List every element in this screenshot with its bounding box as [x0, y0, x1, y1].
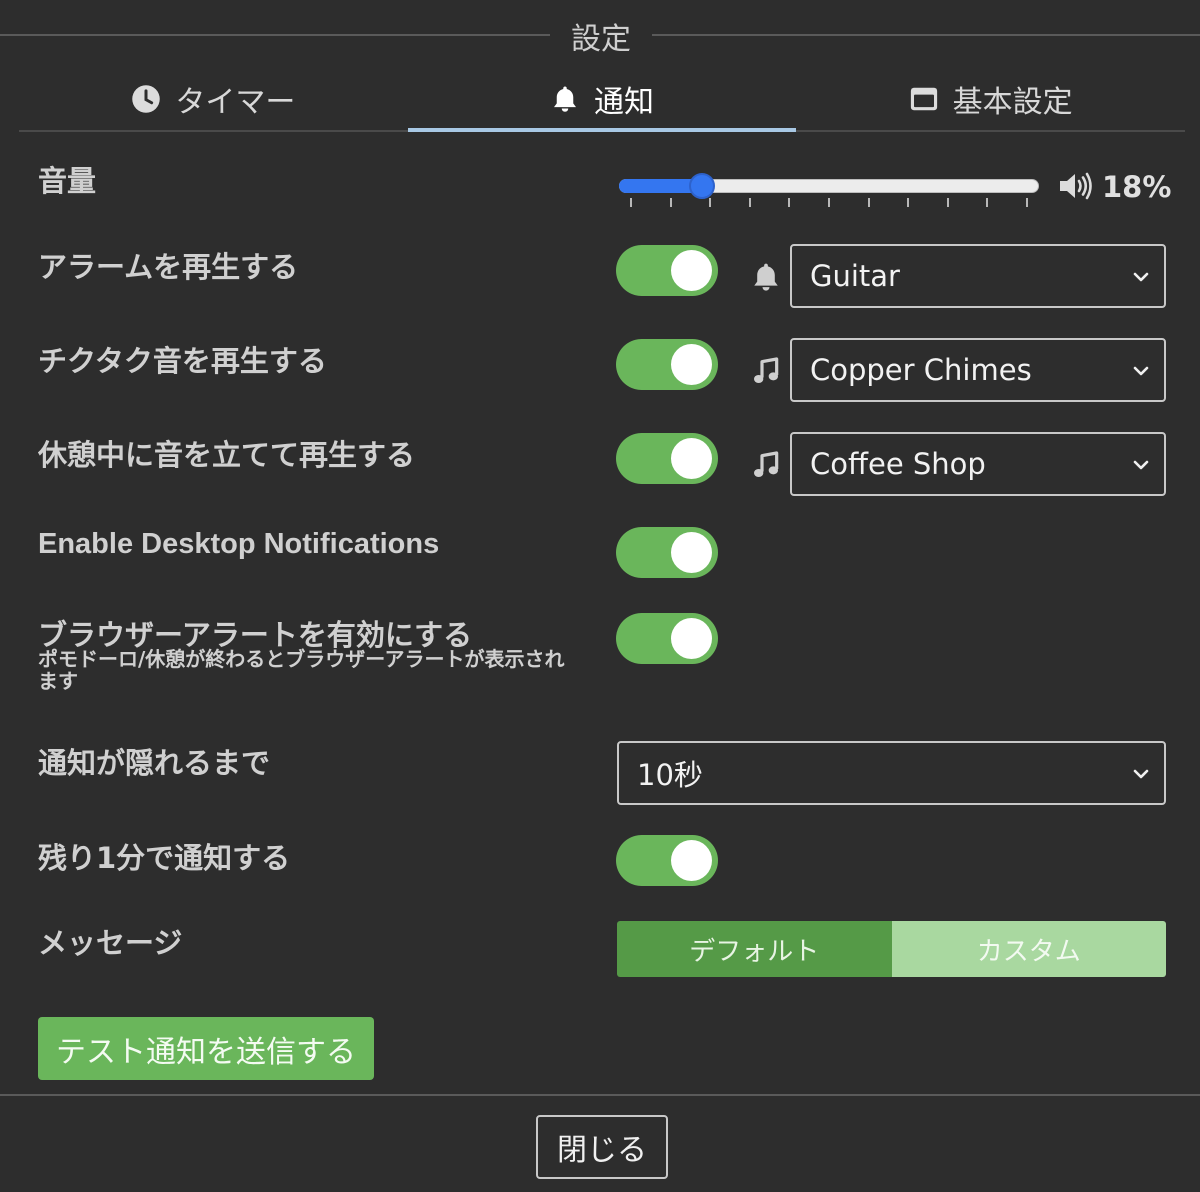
ticking-sound-select[interactable]: Copper Chimes	[790, 338, 1166, 402]
tab-timer[interactable]: タイマー	[19, 68, 408, 130]
message-option-custom[interactable]: カスタム	[891, 921, 1166, 977]
chevron-down-icon	[1133, 769, 1149, 779]
dialog-title: 設定	[571, 22, 631, 57]
slider-tick	[669, 198, 672, 207]
volume-label: 音量	[38, 164, 97, 198]
chevron-down-icon	[1133, 366, 1149, 376]
tab-label: 基本設定	[952, 85, 1073, 120]
slider-tick	[709, 198, 712, 207]
clock-icon	[132, 85, 161, 113]
bell-icon	[754, 263, 778, 291]
browser-alert-toggle[interactable]	[616, 613, 718, 664]
tab-bar: タイマー 通知 基本設定	[19, 68, 1185, 132]
notification-duration-select[interactable]: 10秒	[617, 741, 1166, 805]
break-sound-label: 休憩中に音を立てて再生する	[38, 438, 416, 472]
divider	[0, 1094, 1200, 1096]
music-note-icon	[754, 451, 779, 477]
slider-tick	[1026, 198, 1028, 207]
one-minute-warning-toggle[interactable]	[616, 835, 718, 886]
message-segmented-control: デフォルト カスタム	[617, 921, 1166, 977]
music-note-icon	[754, 357, 779, 383]
notification-duration-label: 通知が隠れるまで	[38, 746, 271, 780]
select-value: Guitar	[810, 259, 900, 293]
desktop-notifications-label: Enable Desktop Notifications	[38, 528, 440, 560]
break-sound-select[interactable]: Coffee Shop	[790, 432, 1166, 496]
alarm-toggle[interactable]	[616, 245, 718, 296]
send-test-notification-button[interactable]: テスト通知を送信する	[38, 1017, 374, 1080]
browser-alert-description: ポモドーロ/休憩が終わるとブラウザーアラートが表示されます	[38, 647, 565, 693]
slider-tick	[788, 198, 791, 207]
desktop-notifications-toggle[interactable]	[616, 527, 718, 578]
alarm-label: アラームを再生する	[38, 250, 299, 284]
chevron-down-icon	[1133, 272, 1149, 282]
volume-value: 18%	[1102, 170, 1172, 204]
select-value: 10秒	[637, 758, 703, 792]
volume-slider[interactable]	[619, 173, 1039, 199]
tab-notifications[interactable]: 通知	[407, 68, 797, 132]
slider-tick	[986, 198, 989, 207]
slider-thumb[interactable]	[689, 173, 716, 199]
select-value: Coffee Shop	[810, 447, 986, 481]
divider	[652, 34, 1200, 36]
slider-tick	[867, 198, 870, 207]
tab-general[interactable]: 基本設定	[796, 68, 1185, 130]
dialog-header: 設定	[0, 0, 1200, 68]
chevron-down-icon	[1133, 460, 1149, 470]
tab-label: タイマー	[175, 85, 296, 120]
ticking-toggle[interactable]	[616, 339, 718, 390]
window-icon	[910, 87, 937, 111]
slider-tick	[907, 198, 910, 207]
ticking-label: チクタク音を再生する	[38, 344, 327, 378]
message-label: メッセージ	[38, 926, 183, 960]
volume-icon	[1060, 172, 1092, 200]
one-minute-warning-label: 残り1分で通知する	[38, 841, 291, 875]
slider-tick	[828, 198, 830, 207]
break-sound-toggle[interactable]	[616, 433, 718, 484]
message-option-default[interactable]: デフォルト	[617, 921, 892, 977]
alarm-sound-select[interactable]: Guitar	[790, 244, 1166, 308]
slider-tick	[946, 198, 949, 207]
bell-icon	[554, 86, 576, 112]
divider	[0, 34, 550, 36]
select-value: Copper Chimes	[810, 353, 1032, 387]
tab-label: 通知	[594, 85, 654, 120]
close-button[interactable]: 閉じる	[536, 1115, 668, 1179]
slider-ticks	[619, 198, 1039, 208]
slider-tick	[748, 198, 751, 207]
slider-tick	[630, 198, 632, 207]
